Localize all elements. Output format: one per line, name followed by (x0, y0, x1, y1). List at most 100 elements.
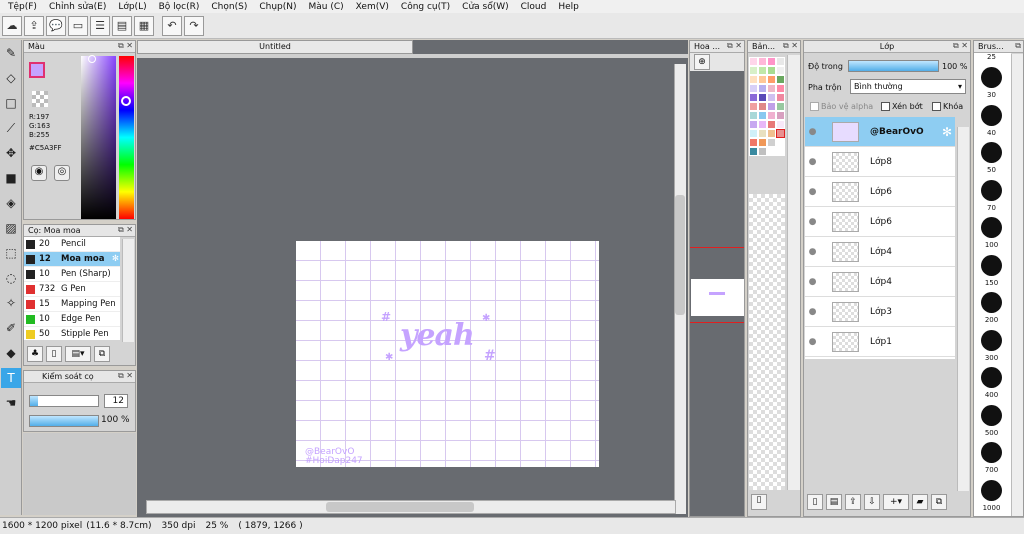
color-swatch[interactable] (776, 84, 785, 93)
menu-edit[interactable]: Chỉnh sửa(E) (43, 2, 112, 12)
layer-row[interactable]: ● Lớp6 (805, 177, 955, 207)
color-swatch[interactable] (749, 129, 758, 138)
swatch-scrollbar[interactable] (787, 55, 800, 490)
layer-gear-icon[interactable]: ✻ (942, 125, 952, 139)
color-swatch[interactable] (767, 120, 776, 129)
copy-layer-icon[interactable]: ⇪ (845, 494, 861, 510)
layer-list-scrollbar[interactable] (957, 127, 969, 491)
drawing-canvas[interactable] (296, 241, 599, 467)
visibility-dot-icon[interactable]: ● (805, 157, 820, 167)
layer-row[interactable]: ● Lớp4 (805, 267, 955, 297)
brush-size-item[interactable]: 40 (974, 103, 1011, 141)
hand-tool-icon[interactable]: ☚ (1, 393, 21, 413)
chat-icon[interactable]: 💬 (46, 15, 66, 36)
merge-layer-icon[interactable]: ⇩ (864, 494, 880, 510)
menu-file[interactable]: Tệp(F) (2, 2, 43, 12)
layer-row[interactable]: ● Lớp3 (805, 297, 955, 327)
color-swatch[interactable] (749, 111, 758, 120)
undo-icon[interactable]: ↶ (162, 15, 182, 36)
document-tab[interactable]: Untitled (137, 40, 413, 54)
visibility-dot-icon[interactable]: ● (805, 277, 820, 287)
color-swatch[interactable] (749, 66, 758, 75)
brush-opacity-slider[interactable] (29, 415, 99, 427)
visibility-dot-icon[interactable]: ● (805, 337, 820, 347)
brush-tree-icon[interactable]: ♣ (27, 346, 43, 362)
canvas-vertical-scroll-thumb[interactable] (675, 195, 685, 315)
hue-slider[interactable] (119, 56, 134, 219)
transparent-color-swatch[interactable] (32, 91, 48, 107)
menu-help[interactable]: Help (552, 2, 585, 12)
color-swatch[interactable] (776, 111, 785, 120)
canvas-horizontal-scroll-thumb[interactable] (326, 502, 474, 512)
grid-icon[interactable]: ▦ (134, 15, 154, 36)
visibility-dot-icon[interactable]: ● (805, 187, 820, 197)
export-icon[interactable]: ⇪ (24, 15, 44, 36)
brush-item[interactable]: 732 G Pen (24, 282, 120, 297)
rectangle-tool-icon[interactable]: □ (1, 93, 21, 113)
color-swatch[interactable] (767, 75, 776, 84)
brush-item[interactable]: 10 Pen (Sharp) (24, 267, 120, 282)
menu-filter[interactable]: Bộ lọc(R) (153, 2, 206, 12)
brush-item[interactable]: 15 Mapping Pen (24, 297, 120, 312)
color-swatch[interactable] (749, 120, 758, 129)
select-tool-icon[interactable]: ⬚ (1, 243, 21, 263)
color-swatch[interactable] (767, 111, 776, 120)
color-swatch[interactable] (767, 93, 776, 102)
visibility-dot-icon[interactable]: ● (805, 217, 820, 227)
brush-size-scrollbar[interactable] (1011, 54, 1023, 516)
lock-checkbox[interactable]: Khóa (932, 102, 963, 111)
page-icon[interactable]: ▤ (112, 15, 132, 36)
color-swatch[interactable] (758, 57, 767, 66)
brush-size-value[interactable]: 12 (104, 394, 128, 408)
color-swatch[interactable] (776, 102, 785, 111)
menu-window[interactable]: Cửa sổ(W) (456, 2, 514, 12)
navigator-view[interactable] (690, 71, 744, 516)
color-swatch[interactable] (776, 147, 785, 156)
brush-size-item[interactable]: 150 (974, 253, 1011, 291)
color-swatch[interactable] (758, 147, 767, 156)
select-pen-tool-icon[interactable]: ✐ (1, 318, 21, 338)
eraser-tool-icon[interactable]: ◇ (1, 68, 21, 88)
brush-item[interactable]: 10 Edge Pen (24, 312, 120, 327)
color-swatch[interactable] (776, 129, 785, 138)
brush-size-item[interactable]: 100 (974, 215, 1011, 253)
new-brush-icon[interactable]: ▯ (46, 346, 62, 362)
color-swatch[interactable] (767, 138, 776, 147)
color-swatch[interactable] (758, 138, 767, 147)
color-swatch[interactable] (767, 66, 776, 75)
panel-close-icon[interactable]: ⧉ (1015, 41, 1021, 51)
brush-size-item[interactable]: 200 (974, 290, 1011, 328)
color-swatch[interactable] (767, 102, 776, 111)
color-swatch[interactable] (758, 129, 767, 138)
color-swatch[interactable] (776, 75, 785, 84)
color-swatch[interactable] (758, 66, 767, 75)
color-swatch[interactable] (758, 84, 767, 93)
color-swatch[interactable] (776, 66, 785, 75)
color-swatch[interactable] (749, 93, 758, 102)
visibility-dot-icon[interactable]: ● (805, 307, 820, 317)
document-icon[interactable]: ☰ (90, 15, 110, 36)
move-tool-icon[interactable]: ✥ (1, 143, 21, 163)
gradient-tool-icon[interactable]: ▨ (1, 218, 21, 238)
brush-settings-gear-icon[interactable]: ✻ (112, 254, 119, 264)
zoom-icon[interactable]: ⊕ (694, 54, 710, 70)
comment-icon[interactable]: ▭ (68, 15, 88, 36)
cloud-icon[interactable]: ☁ (2, 15, 22, 36)
layer-row[interactable]: ● Lớp6 (805, 207, 955, 237)
brush-copy-icon[interactable]: ⧉ (94, 346, 110, 362)
magic-wand-tool-icon[interactable]: ✧ (1, 293, 21, 313)
menu-select[interactable]: Chọn(S) (205, 2, 253, 12)
delete-layer-icon[interactable]: ⧉ (931, 494, 947, 510)
menu-color[interactable]: Màu (C) (303, 2, 350, 12)
brush-size-item[interactable]: 700 (974, 440, 1011, 478)
menu-layer[interactable]: Lớp(L) (112, 2, 152, 12)
panel-close-icon[interactable]: ⧉ ✕ (118, 41, 133, 51)
layer-row-selected[interactable]: ● @BearOvO ✻ (805, 117, 955, 147)
color-swatch[interactable] (749, 138, 758, 147)
panel-close-icon[interactable]: ⧉ ✕ (953, 41, 968, 51)
new-layer-icon[interactable]: ▤ (826, 494, 842, 510)
brush-tool-icon[interactable]: ✎ (1, 43, 21, 63)
brush-size-slider[interactable] (29, 395, 99, 407)
layer-opacity-slider[interactable] (848, 60, 939, 72)
brush-size-item[interactable]: 1000 (974, 478, 1011, 516)
